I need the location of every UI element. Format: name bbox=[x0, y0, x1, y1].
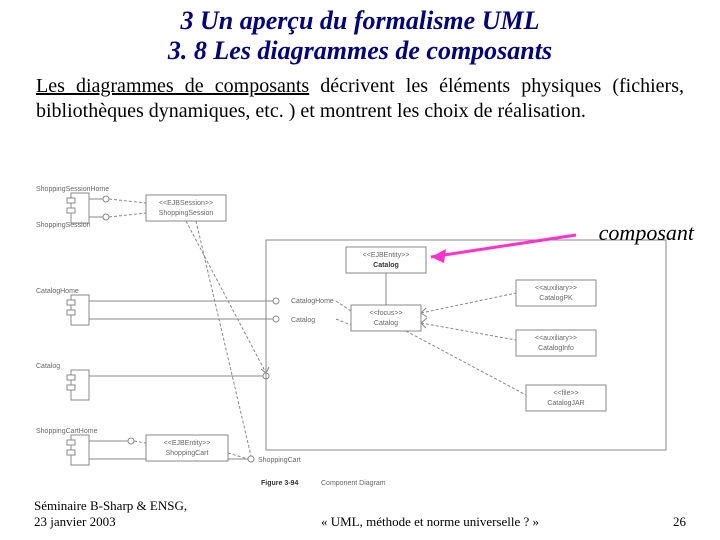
label-file-name: CatalogJAR bbox=[547, 400, 584, 407]
label-ejb-session: <<EJBSession>> bbox=[159, 200, 213, 207]
component-diagram: ShoppingSessionHome ShoppingSession <<EJ… bbox=[36, 185, 684, 490]
title-line-2: 3. 8 Les diagrammes de composants bbox=[30, 36, 690, 66]
label-aux1-name: CatalogPK bbox=[539, 295, 573, 302]
label-ejb-session-name: ShoppingSession bbox=[159, 210, 214, 217]
slide: 3 Un aperçu du formalisme UML 3. 8 Les d… bbox=[0, 0, 720, 540]
label-catalog-home2: CatalogHome bbox=[291, 298, 334, 305]
label-ejb-entity2: <<EJBEntity>> bbox=[164, 440, 211, 447]
figure-caption: Component Diagram bbox=[321, 480, 386, 487]
footer-left-line2: 23 janvier 2003 bbox=[34, 514, 234, 530]
label-aux1: <<auxiliary>> bbox=[535, 285, 577, 292]
footer-left: Séminaire B-Sharp & ENSG, 23 janvier 200… bbox=[34, 498, 234, 530]
label-catalog-home: CatalogHome bbox=[36, 288, 79, 295]
body-paragraph: Les diagrammes de composants décrivent l… bbox=[0, 66, 720, 124]
label-sc: ShoppingCart bbox=[258, 457, 301, 464]
label-ss: ShoppingSession bbox=[36, 222, 91, 229]
diagram-svg: ShoppingSessionHome ShoppingSession <<EJ… bbox=[36, 185, 684, 490]
footer-page-number: 26 bbox=[626, 514, 686, 530]
body-lead-underline: Les diagrammes de composants bbox=[36, 75, 309, 97]
label-ejb-entity2-name: ShoppingCart bbox=[166, 450, 209, 457]
label-focus: <<focus>> bbox=[369, 310, 402, 317]
label-ss-home: ShoppingSessionHome bbox=[36, 186, 109, 193]
label-focus-name: Catalog bbox=[374, 320, 398, 327]
footer-left-line1: Séminaire B-Sharp & ENSG, bbox=[34, 498, 234, 514]
callout-label: composant bbox=[599, 220, 694, 246]
label-ejb-entity: <<EJBEntity>> bbox=[363, 252, 410, 259]
label-catalog-iface: Catalog bbox=[291, 317, 315, 324]
label-file: <<file>> bbox=[553, 390, 578, 397]
label-ejb-entity-name: Catalog bbox=[373, 262, 399, 269]
footer-center: « UML, méthode et norme universelle ? » bbox=[234, 514, 626, 530]
label-aux2-name: CatalogInfo bbox=[538, 345, 574, 352]
label-catalog2: Catalog bbox=[36, 363, 60, 370]
figure-number: Figure 3-94 bbox=[261, 480, 298, 487]
footer: Séminaire B-Sharp & ENSG, 23 janvier 200… bbox=[0, 498, 720, 530]
title-block: 3 Un aperçu du formalisme UML 3. 8 Les d… bbox=[0, 0, 720, 66]
label-sc-home: ShoppingCartHome bbox=[36, 428, 98, 435]
title-line-1: 3 Un aperçu du formalisme UML bbox=[30, 6, 690, 36]
label-aux2: <<auxiliary>> bbox=[535, 335, 577, 342]
